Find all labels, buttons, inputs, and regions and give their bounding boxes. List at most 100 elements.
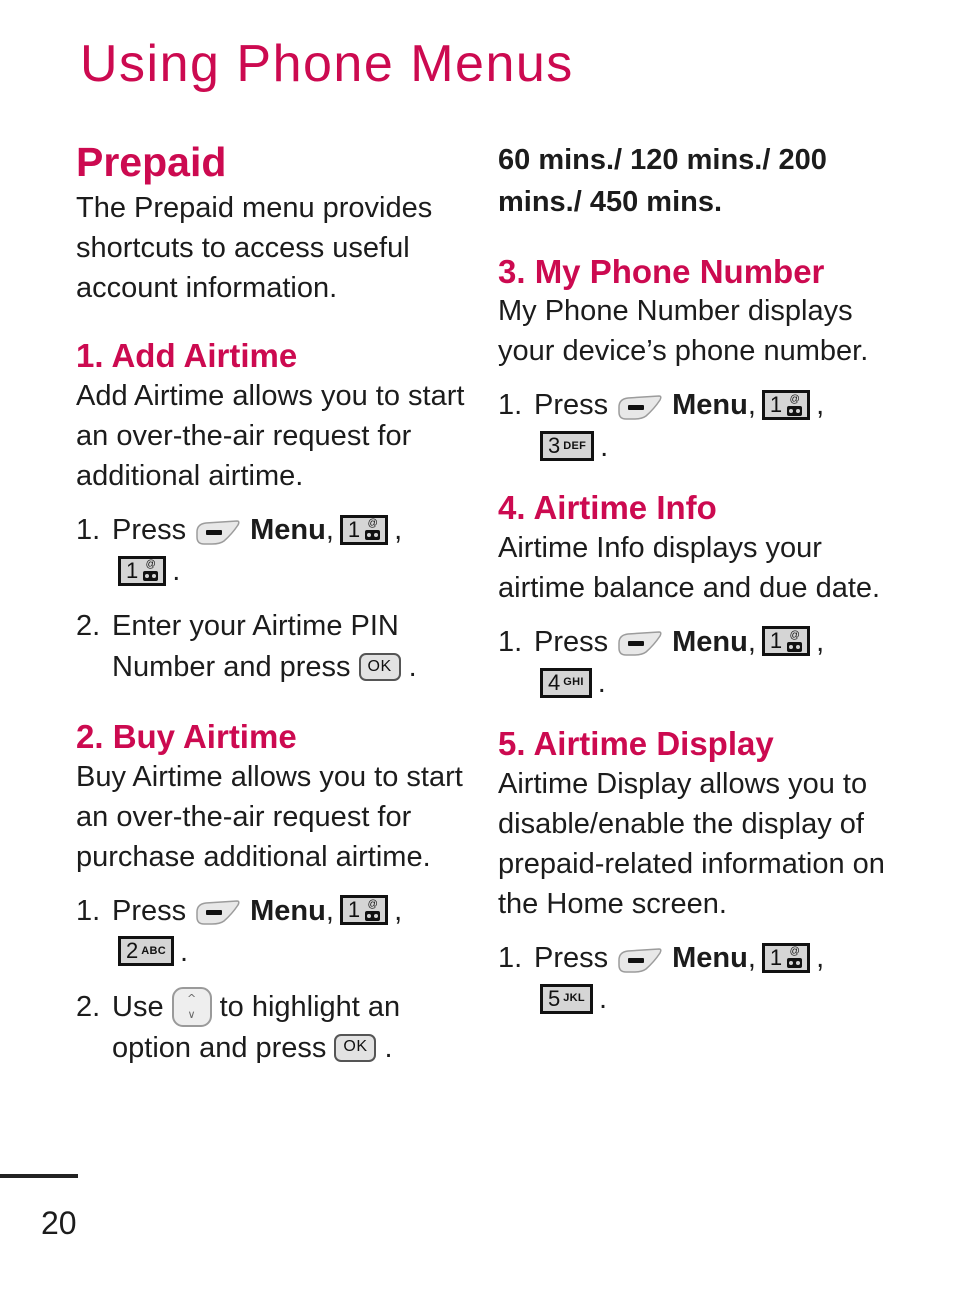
step-text-period: . [598, 983, 607, 1016]
left-soft-key-icon[interactable] [194, 900, 242, 926]
step-item: 1. Press Menu , 1 [76, 510, 488, 592]
step-body: Press Menu , 1 @ [534, 622, 910, 704]
paragraph-my-phone-number: My Phone Number displays your device’s p… [498, 295, 869, 368]
step-text-comma-2: , [816, 389, 825, 422]
key-letters: ABC [141, 944, 166, 957]
at-symbol: @ [789, 629, 800, 641]
step-text-comma: , [747, 389, 756, 422]
at-symbol: @ [367, 518, 378, 530]
step-text-press: Press [534, 942, 609, 975]
cassette-tape-icon [787, 958, 803, 969]
step-item: 2. Enter your Airtime PIN Number and pre… [76, 606, 488, 688]
step-line: option and press OK . [112, 1028, 488, 1069]
key-digit: 5 [548, 985, 561, 1011]
step-line: Use ^ ∨ to highlight an [112, 986, 488, 1028]
step-text-period: . [179, 935, 189, 968]
step-item: 1. Press Menu , 1 [76, 891, 488, 973]
chapter-title: Using Phone Menus [80, 35, 574, 93]
step-number: 2. [76, 990, 101, 1023]
step-item: 2. Use ^ ∨ to highlight an option and pr… [76, 986, 488, 1069]
step-text-press: Press [112, 894, 187, 927]
step-body: Enter your Airtime PIN Number and press … [112, 606, 488, 688]
voicemail-glyph: @ [787, 393, 803, 416]
at-symbol: @ [145, 559, 156, 571]
step-text-comma: , [747, 625, 756, 658]
key-1-voicemail-icon[interactable]: 1 @ [761, 942, 811, 973]
cassette-tape-icon [787, 405, 803, 416]
step-number: 1. [76, 894, 101, 927]
key-digit: 1 [769, 944, 783, 970]
step-text-period: . [384, 1032, 393, 1065]
step-text-line1: Enter your Airtime PIN [112, 610, 399, 643]
step-line: 1 @ . [112, 551, 488, 592]
step-text-menu: Menu [250, 894, 326, 927]
step-item: 1. Press Menu , 1 [498, 938, 910, 1020]
step-line: 4 GHI . [534, 663, 910, 704]
key-4-ghi-icon[interactable]: 4 GHI [540, 667, 592, 698]
key-1-voicemail-icon[interactable]: 1 @ [339, 895, 389, 926]
voicemail-glyph: @ [365, 899, 381, 921]
step-line: Press Menu , 1 @ , [112, 891, 488, 932]
ok-key-icon[interactable]: OK [334, 1033, 377, 1062]
cassette-tape-icon [365, 910, 381, 921]
key-3-def-icon[interactable]: 3 DEF [540, 431, 595, 462]
step-item: 1. Press Menu , 1 [498, 385, 910, 467]
two-column-body: Prepaid The Prepaid menu provides shortc… [0, 139, 954, 1069]
heading-buy-airtime: 2. Buy Airtime [76, 717, 297, 755]
chevron-up-icon: ^ [186, 991, 197, 1005]
key-1-voicemail-icon[interactable]: 1 @ [761, 390, 811, 421]
step-number: 1. [498, 389, 523, 422]
at-symbol: @ [789, 393, 800, 405]
left-soft-key-icon[interactable] [616, 631, 664, 657]
step-text-line2: Number and press [112, 651, 351, 684]
step-text-comma: , [747, 942, 756, 975]
step-text-period: . [597, 666, 606, 699]
step-line: Press Menu , 1 @ , [534, 385, 910, 426]
step-line: Press Menu , 1 @ , [534, 938, 910, 979]
key-2-abc-icon[interactable]: 2 ABC [118, 936, 174, 967]
at-symbol: @ [789, 946, 800, 958]
paragraph-airtime-display: Airtime Display allows you to disable/en… [498, 768, 885, 921]
heading-add-airtime: 1. Add Airtime [76, 336, 298, 374]
left-soft-key-icon[interactable] [616, 947, 664, 974]
step-text-menu: Menu [672, 625, 748, 658]
step-text-suffix: to highlight an [219, 990, 401, 1023]
chevron-down-icon: ∨ [187, 1007, 196, 1021]
left-soft-key-icon[interactable] [616, 395, 664, 421]
paragraph-buy-airtime: Buy Airtime allows you to start an over-… [76, 760, 463, 873]
key-1-voicemail-icon[interactable]: 1 @ [761, 626, 811, 657]
key-1-voicemail-icon[interactable]: 1 @ [118, 555, 167, 586]
step-text-menu: Menu [672, 942, 748, 975]
step-number: 1. [498, 942, 523, 975]
step-text-press: Press [112, 513, 187, 546]
paragraph-add-airtime: Add Airtime allows you to start an over-… [76, 379, 465, 492]
step-body: Press Menu , 1 @ [112, 891, 488, 973]
step-text-menu: Menu [672, 389, 748, 422]
voicemail-glyph: @ [365, 518, 381, 541]
step-item: 1. Press Menu , 1 [498, 622, 910, 704]
left-soft-key-icon[interactable] [194, 519, 242, 546]
step-line: 5 JKL . [534, 979, 910, 1020]
key-1-voicemail-icon[interactable]: 1 @ [339, 514, 389, 545]
key-letters: GHI [563, 676, 584, 689]
heading-airtime-info: 4. Airtime Info [498, 488, 717, 526]
step-text-use: Use [112, 990, 164, 1023]
paragraph-prepaid: The Prepaid menu provides shortcuts to a… [76, 191, 433, 304]
key-letters: JKL [563, 992, 585, 1005]
navigation-up-down-key-icon[interactable]: ^ ∨ [171, 986, 212, 1027]
step-text-period: . [600, 430, 609, 463]
step-number: 2. [76, 610, 101, 643]
step-number: 1. [498, 625, 523, 658]
step-text-period: . [408, 651, 417, 684]
ok-key-icon[interactable]: OK [358, 653, 401, 682]
cassette-tape-icon [787, 641, 803, 652]
manual-page: Using Phone Menus Prepaid The Prepaid me… [0, 0, 954, 1291]
step-line: Enter your Airtime PIN [112, 606, 488, 647]
page-number: 20 [41, 1205, 77, 1241]
key-5-jkl-icon[interactable]: 5 JKL [540, 983, 593, 1014]
footer-divider [0, 1174, 78, 1178]
